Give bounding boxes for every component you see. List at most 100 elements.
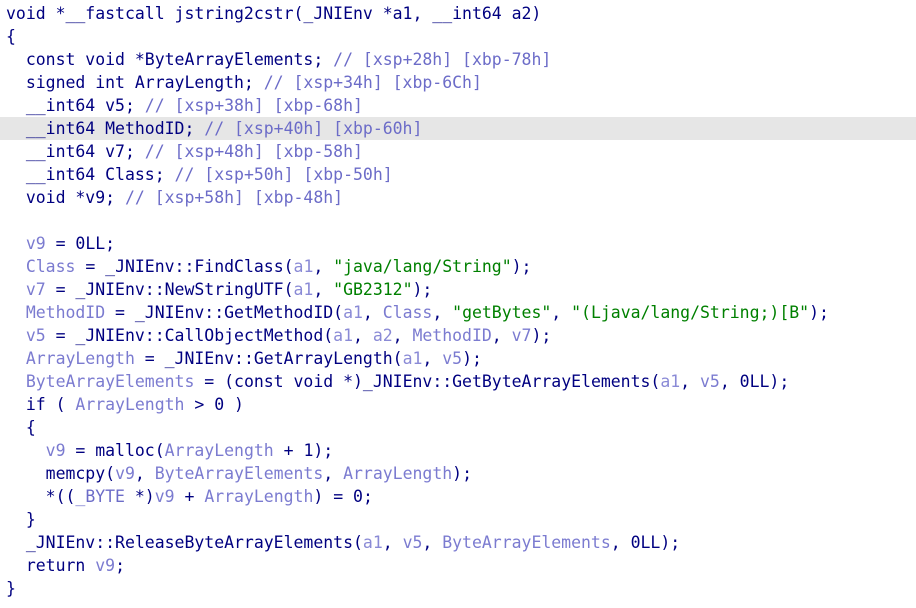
code-token: { xyxy=(6,418,36,437)
code-line[interactable]: { xyxy=(0,25,916,48)
code-line[interactable]: MethodID = _JNIEnv::GetMethodID(a1, Clas… xyxy=(0,301,916,324)
code-line[interactable]: v9 = 0LL; xyxy=(0,232,916,255)
code-token: = xyxy=(65,441,96,460)
code-token: = xyxy=(45,280,76,299)
code-token: v5 xyxy=(25,326,46,345)
code-line[interactable]: ArrayLength = _JNIEnv::GetArrayLength(a1… xyxy=(0,347,916,370)
code-token: = (const void *) xyxy=(194,372,363,391)
code-line[interactable]: memcpy(v9, ByteArrayElements, ArrayLengt… xyxy=(0,462,916,485)
code-token: } xyxy=(6,510,36,529)
code-line[interactable]: void *v9; // [xsp+58h] [xbp-48h] xyxy=(0,186,916,209)
code-token: "getBytes" xyxy=(452,303,552,322)
code-token: ArrayLength xyxy=(25,349,135,368)
code-token: = xyxy=(134,349,165,368)
code-token: ); xyxy=(313,441,334,460)
code-token: __int64 v7; xyxy=(6,142,145,161)
code-token: + xyxy=(273,441,304,460)
code-token: , xyxy=(134,464,155,483)
code-token: "java/lang/String" xyxy=(333,257,512,276)
code-token: 0LL xyxy=(630,533,661,552)
code-token: const void *ByteArrayElements; xyxy=(6,50,334,69)
code-token: ) xyxy=(224,395,244,414)
code-line[interactable]: v9 = malloc(ArrayLength + 1); xyxy=(0,439,916,462)
code-token: ); xyxy=(452,464,472,483)
code-token: a1 xyxy=(362,533,383,552)
code-line[interactable]: const void *ByteArrayElements; // [xsp+2… xyxy=(0,48,916,71)
code-token: _BYTE xyxy=(75,487,125,506)
code-token: v9 xyxy=(154,487,175,506)
code-line[interactable]: } xyxy=(0,508,916,531)
code-token: = xyxy=(45,234,76,253)
code-line[interactable]: __int64 v5; // [xsp+38h] [xbp-68h] xyxy=(0,94,916,117)
code-token: v5 xyxy=(442,349,463,368)
code-line[interactable]: } xyxy=(0,577,916,600)
code-token: _JNIEnv::GetByteArrayElements( xyxy=(362,372,661,391)
code-token: = xyxy=(45,326,76,345)
code-token: _JNIEnv::ReleaseByteArrayElements( xyxy=(25,533,363,552)
code-line[interactable]: __int64 MethodID; // [xsp+40h] [xbp-60h] xyxy=(0,117,916,140)
code-token: v5 xyxy=(402,533,423,552)
code-token: , xyxy=(362,303,383,322)
pseudocode-view[interactable]: void *__fastcall jstring2cstr(_JNIEnv *a… xyxy=(0,2,916,608)
code-line[interactable]: signed int ArrayLength; // [xsp+34h] [xb… xyxy=(0,71,916,94)
code-token: ArrayLength xyxy=(164,441,274,460)
code-token: , xyxy=(353,326,373,345)
code-token: ArrayLength xyxy=(75,395,185,414)
code-line[interactable]: { xyxy=(0,416,916,439)
code-token: memcpy( xyxy=(45,464,116,483)
code-token: , xyxy=(382,533,403,552)
code-token: ); xyxy=(531,326,552,345)
code-token: ByteArrayElements xyxy=(154,464,324,483)
code-token: 0 xyxy=(214,395,225,414)
code-token: a1 xyxy=(343,303,363,322)
code-token: { xyxy=(6,27,16,46)
code-token: , xyxy=(680,372,700,391)
code-line[interactable]: Class = _JNIEnv::FindClass(a1, "java/lan… xyxy=(0,255,916,278)
code-token: , xyxy=(313,280,334,299)
code-token: v7 xyxy=(25,280,46,299)
code-line[interactable]: _JNIEnv::ReleaseByteArrayElements(a1, v5… xyxy=(0,531,916,554)
code-token: // [xsp+58h] [xbp-48h] xyxy=(124,188,344,207)
code-token: "(Ljava/lang/String;)[B" xyxy=(571,303,810,322)
code-token: a2 xyxy=(372,326,393,345)
code-line[interactable]: void *__fastcall jstring2cstr(_JNIEnv *a… xyxy=(0,2,916,25)
code-token: , xyxy=(392,326,413,345)
code-line[interactable]: ByteArrayElements = (const void *)_JNIEn… xyxy=(0,370,916,393)
code-token: _JNIEnv::NewStringUTF( xyxy=(75,280,294,299)
code-token: ; xyxy=(115,556,125,575)
code-token: signed int ArrayLength; xyxy=(6,73,264,92)
code-token: , xyxy=(610,533,631,552)
code-token: __int64 v5; xyxy=(6,96,145,115)
code-token: MethodID xyxy=(25,303,106,322)
code-token: ); xyxy=(412,280,433,299)
code-token: _JNIEnv::FindClass( xyxy=(105,257,294,276)
code-token: v5 xyxy=(700,372,720,391)
code-token: // [xsp+28h] [xbp-78h] xyxy=(333,50,552,69)
code-token: _JNIEnv::GetArrayLength( xyxy=(164,349,403,368)
code-token: ); xyxy=(462,349,482,368)
code-token: // [xsp+50h] [xbp-50h] xyxy=(174,165,393,184)
code-token: a1 xyxy=(333,326,353,345)
code-line[interactable]: __int64 Class; // [xsp+50h] [xbp-50h] xyxy=(0,163,916,186)
code-line[interactable]: v7 = _JNIEnv::NewStringUTF(a1, "GB2312")… xyxy=(0,278,916,301)
code-token: MethodID xyxy=(412,326,492,345)
code-line[interactable]: __int64 v7; // [xsp+48h] [xbp-58h] xyxy=(0,140,916,163)
code-token: , xyxy=(422,533,443,552)
code-line[interactable]: return v9; xyxy=(0,554,916,577)
code-token: + xyxy=(174,487,205,506)
code-line[interactable]: if ( ArrayLength > 0 ) xyxy=(0,393,916,416)
code-token: ); xyxy=(660,533,681,552)
code-token: ByteArrayElements xyxy=(442,533,611,552)
code-token: > xyxy=(184,395,215,414)
code-token: ByteArrayElements xyxy=(25,372,195,391)
code-line[interactable]: *((_BYTE *)v9 + ArrayLength) = 0; xyxy=(0,485,916,508)
code-line[interactable] xyxy=(0,209,916,232)
code-token: 0LL xyxy=(75,234,106,253)
code-line[interactable]: v5 = _JNIEnv::CallObjectMethod(a1, a2, M… xyxy=(0,324,916,347)
code-token: _JNIEnv::GetMethodID( xyxy=(134,303,344,322)
code-token: ArrayLength xyxy=(204,487,314,506)
